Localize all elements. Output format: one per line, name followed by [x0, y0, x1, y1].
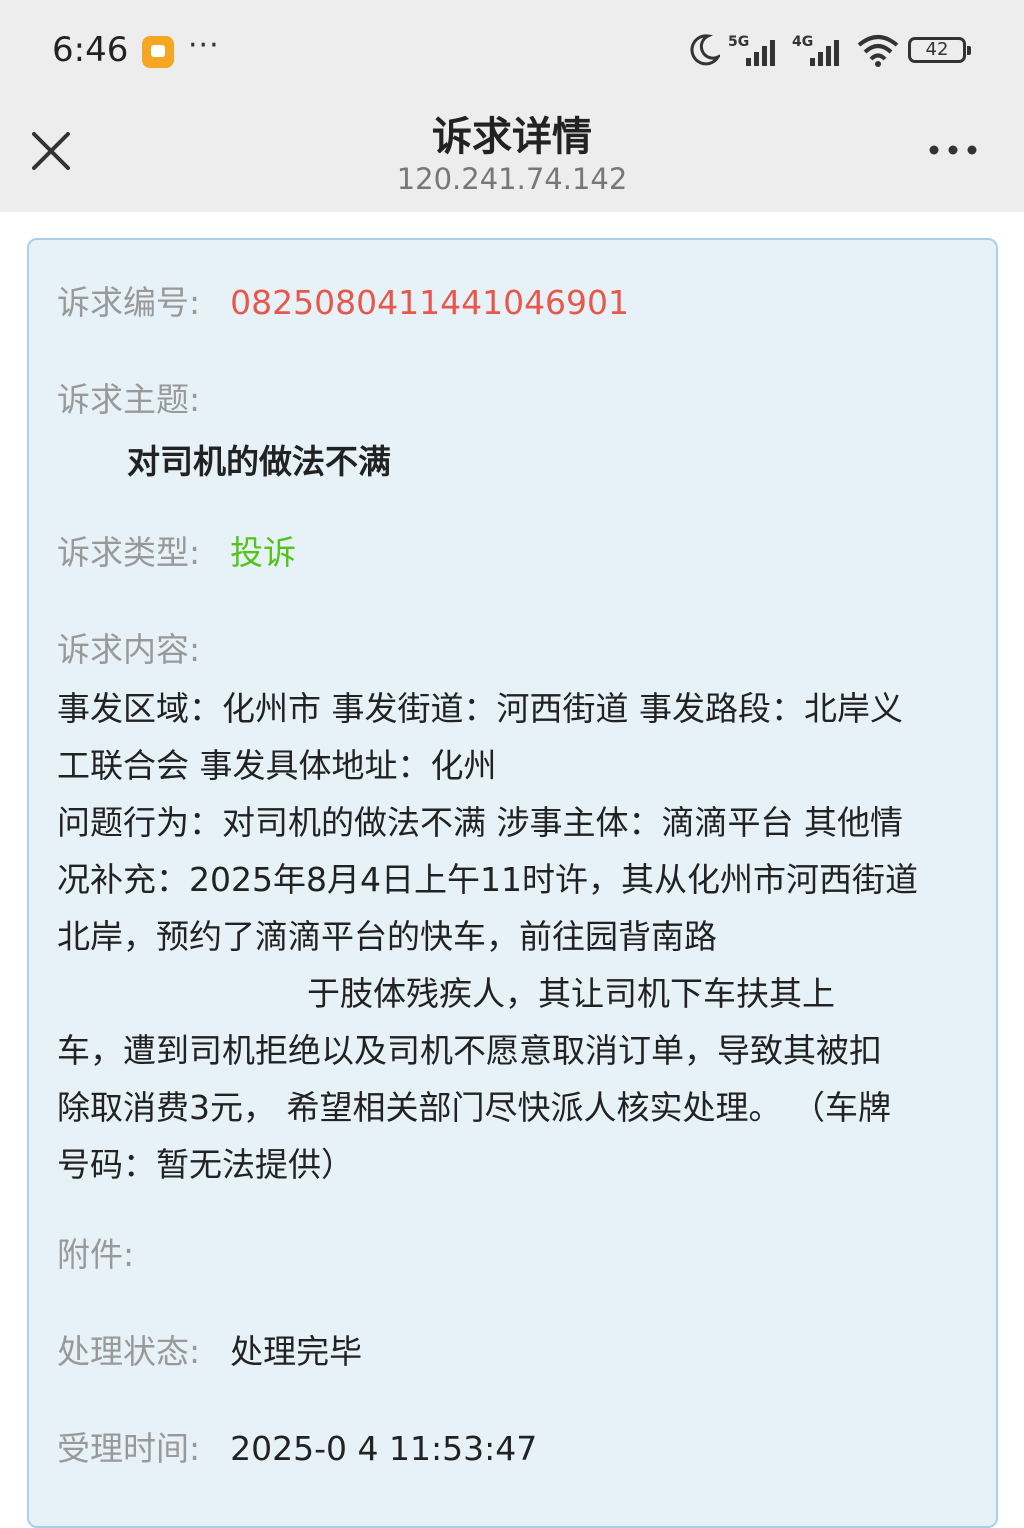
- battery-icon: 42: [908, 37, 971, 63]
- content-line: 于肢体残疾人，其让司机下车扶其上: [307, 974, 835, 1013]
- signal-4g-icon: 4G: [792, 34, 839, 66]
- content-line: 事发区域：化州市 事发街道：河西街道 事发路段：北岸义: [57, 689, 903, 728]
- more-icon: [929, 145, 977, 155]
- notification-app-icon: [142, 36, 174, 68]
- accept-time-label: 受理时间:: [57, 1429, 201, 1468]
- request-content-text: 事发区域：化州市 事发街道：河西街道 事发路段：北岸义 工联合会 事发具体地址：…: [57, 680, 977, 1193]
- content-line: 问题行为：对司机的做法不满 涉事主体：滴滴平台 其他情: [57, 803, 903, 842]
- status-row: 处理状态: 处理完毕: [57, 1332, 362, 1372]
- content-line: 况补充：2025年8月4日上午11时许，其从化州市河西街道: [57, 860, 918, 899]
- content-line: 工联合会 事发具体地址：化州: [57, 746, 497, 785]
- attachment-label: 附件:: [57, 1235, 135, 1274]
- request-content-row: 诉求内容:: [57, 630, 200, 670]
- status-time: 6:46: [52, 30, 129, 70]
- request-topic-label: 诉求主题:: [57, 380, 201, 419]
- page-subtitle: 120.241.74.142: [396, 162, 628, 196]
- attachment-row: 附件:: [57, 1235, 134, 1275]
- network-4g-label: 4G: [792, 34, 813, 50]
- request-topic-value: 对司机的做法不满: [127, 442, 391, 481]
- request-topic-row: 诉求主题:: [57, 380, 200, 420]
- request-content-label: 诉求内容:: [57, 630, 201, 669]
- accept-time-value: 2025-0 4 11:53:47: [230, 1429, 538, 1468]
- more-options-button[interactable]: [926, 130, 980, 170]
- status-more-icon: ···: [188, 28, 220, 63]
- content-line: 除取消费3元， 希望相关部门尽快派人核实处理。 （车牌: [57, 1088, 891, 1127]
- request-type-value: 投诉: [230, 533, 297, 572]
- wifi-icon: [857, 35, 899, 67]
- content-line: 北岸，预约了滴滴平台的快车，前往园背南路: [57, 917, 717, 956]
- moon-icon: [690, 34, 720, 66]
- request-number-label: 诉求编号:: [57, 283, 201, 322]
- content-line: 号码：暂无法提供）: [57, 1145, 354, 1184]
- status-indicators: 5G 4G 42: [688, 28, 971, 72]
- status-label: 处理状态:: [57, 1332, 201, 1371]
- network-5g-label: 5G: [728, 34, 749, 50]
- content-line: 车，遭到司机拒绝以及司机不愿意取消订单，导致其被扣: [57, 1031, 882, 1070]
- request-detail-card: 诉求编号: 0825080411441046901 诉求主题: 对司机的做法不满 …: [27, 238, 998, 1528]
- page-title: 诉求详情: [432, 114, 592, 160]
- signal-5g-icon: 5G: [728, 34, 775, 66]
- request-type-row: 诉求类型: 投诉: [57, 533, 296, 573]
- request-type-label: 诉求类型:: [57, 533, 201, 572]
- status-value: 处理完毕: [230, 1332, 363, 1371]
- accept-time-row: 受理时间: 2025-0 4 11:53:47: [57, 1429, 537, 1469]
- request-number-row: 诉求编号: 0825080411441046901: [57, 283, 629, 323]
- title-bar: 诉求详情 120.241.74.142: [0, 100, 1024, 212]
- request-number-value: 0825080411441046901: [230, 283, 630, 322]
- status-bar: 6:46 ··· 5G 4G 42: [0, 0, 1024, 100]
